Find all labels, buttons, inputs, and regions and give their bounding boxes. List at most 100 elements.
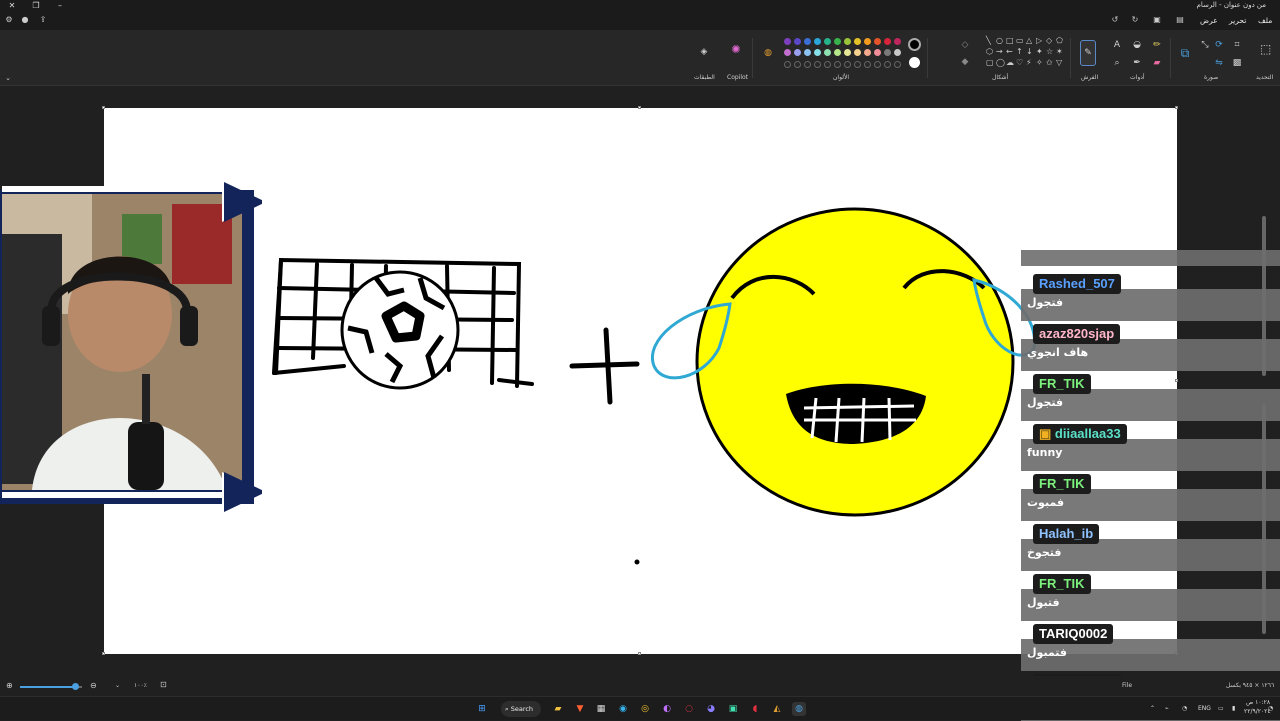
- zoom-slider[interactable]: [20, 683, 82, 690]
- close-icon[interactable]: ✕: [4, 0, 20, 12]
- chevron-down-icon[interactable]: ⌄: [3, 73, 13, 83]
- remove-bg-icon[interactable]: ▩: [1232, 58, 1242, 68]
- tray-chevron-icon[interactable]: ⌃: [1150, 705, 1155, 712]
- chat-username[interactable]: FR_TIK: [1033, 474, 1091, 494]
- shape-option-icon[interactable]: ✶: [1056, 47, 1063, 56]
- resize-handle[interactable]: [102, 652, 105, 655]
- chat-username[interactable]: Halah_ib: [1033, 524, 1100, 544]
- new-file-icon[interactable]: ▤: [1175, 15, 1185, 25]
- color-swatch[interactable]: [894, 49, 901, 56]
- network-icon[interactable]: ⌁: [1165, 705, 1169, 712]
- menu-view[interactable]: عرض: [1200, 16, 1218, 25]
- shape-option-icon[interactable]: ♡: [1016, 58, 1023, 67]
- minimize-icon[interactable]: –: [52, 0, 68, 12]
- color-swatch[interactable]: [894, 38, 901, 45]
- fill-icon[interactable]: ◆: [960, 57, 970, 67]
- chrome-icon[interactable]: ◎: [638, 702, 652, 716]
- color-swatch[interactable]: [814, 49, 821, 56]
- paint-icon[interactable]: ◍: [792, 702, 806, 716]
- magnifier-icon[interactable]: ⌕: [1112, 58, 1122, 68]
- custom-color-slot[interactable]: [804, 61, 811, 68]
- opera-gx-icon[interactable]: ◖: [748, 702, 762, 716]
- custom-color-slot[interactable]: [844, 61, 851, 68]
- primary-color-swatch[interactable]: [908, 38, 921, 51]
- shape-option-icon[interactable]: ◇: [1046, 36, 1052, 45]
- discord-icon[interactable]: ◕: [704, 702, 718, 716]
- copilot-icon[interactable]: ✺: [731, 44, 741, 55]
- color-swatch[interactable]: [874, 38, 881, 45]
- color-swatch[interactable]: [784, 49, 791, 56]
- chat-username[interactable]: ▣ diiaallaa33: [1033, 424, 1127, 444]
- profile-icon[interactable]: ●: [20, 15, 30, 25]
- custom-color-slot[interactable]: [874, 61, 881, 68]
- custom-color-slot[interactable]: [854, 61, 861, 68]
- color-swatch[interactable]: [844, 38, 851, 45]
- display-icon[interactable]: ▭: [1218, 705, 1224, 712]
- shape-option-icon[interactable]: □: [1006, 36, 1014, 45]
- color-swatch[interactable]: [854, 38, 861, 45]
- clock-date[interactable]: ٢٢/٩/٢٠٢٤: [1244, 708, 1271, 715]
- restore-icon[interactable]: ❐: [28, 0, 44, 12]
- rotate-icon[interactable]: ⟳: [1214, 40, 1224, 50]
- menu-edit[interactable]: تحرير: [1229, 16, 1246, 25]
- undo-history-icon[interactable]: ↺: [1110, 15, 1120, 25]
- shape-option-icon[interactable]: ⬠: [1056, 36, 1063, 45]
- shape-option-icon[interactable]: △: [1026, 36, 1032, 45]
- store-icon[interactable]: ▦: [594, 702, 608, 716]
- redo-icon[interactable]: ↻: [1130, 15, 1140, 25]
- color-swatch[interactable]: [824, 38, 831, 45]
- shape-option-icon[interactable]: ☆: [1046, 47, 1053, 56]
- opera-icon[interactable]: ○: [682, 702, 696, 716]
- zoom-dropdown-icon[interactable]: ⌄: [115, 682, 120, 689]
- shape-option-icon[interactable]: ○: [996, 36, 1003, 45]
- notifications-icon[interactable]: ◔: [1268, 705, 1273, 712]
- battery-icon[interactable]: ▮: [1232, 705, 1235, 712]
- color-swatch[interactable]: [834, 49, 841, 56]
- settings-icon[interactable]: ⚙: [4, 15, 14, 25]
- share-icon[interactable]: ⇪: [38, 15, 48, 25]
- shape-option-icon[interactable]: ←: [1006, 47, 1013, 56]
- color-swatch[interactable]: [814, 38, 821, 45]
- shape-option-icon[interactable]: ✧: [1036, 58, 1043, 67]
- chat-username[interactable]: FR_TIK: [1033, 574, 1091, 594]
- file-explorer-icon[interactable]: ▰: [551, 702, 565, 716]
- shape-option-icon[interactable]: ✦: [1036, 47, 1043, 56]
- color-swatch[interactable]: [784, 38, 791, 45]
- custom-color-slot[interactable]: [894, 61, 901, 68]
- pencil-icon[interactable]: ✏: [1152, 40, 1162, 50]
- shape-option-icon[interactable]: ◯: [996, 58, 1005, 67]
- resize-handle[interactable]: [638, 652, 641, 655]
- shape-option-icon[interactable]: ↑: [1016, 47, 1023, 56]
- color-swatch[interactable]: [794, 38, 801, 45]
- text-tool-icon[interactable]: A: [1112, 40, 1122, 50]
- volume-icon[interactable]: ◔: [1182, 705, 1187, 712]
- flip-icon[interactable]: ⇋: [1214, 58, 1224, 68]
- color-swatch[interactable]: [854, 49, 861, 56]
- windows-start-icon[interactable]: ⊞: [475, 702, 489, 716]
- color-swatch[interactable]: [864, 49, 871, 56]
- custom-color-slot[interactable]: [794, 61, 801, 68]
- menu-file[interactable]: ملف: [1258, 16, 1272, 25]
- color-swatch[interactable]: [834, 38, 841, 45]
- color-swatch[interactable]: [844, 49, 851, 56]
- shape-option-icon[interactable]: ☁: [1006, 58, 1014, 67]
- secondary-color-swatch[interactable]: [909, 57, 920, 68]
- chat-username[interactable]: TARIQ0002: [1033, 624, 1114, 644]
- color-swatch[interactable]: [874, 49, 881, 56]
- resize-icon[interactable]: ⤡: [1200, 40, 1210, 50]
- custom-color-slot[interactable]: [864, 61, 871, 68]
- color-swatch[interactable]: [794, 49, 801, 56]
- custom-color-slot[interactable]: [824, 61, 831, 68]
- save-icon[interactable]: ▣: [1152, 15, 1162, 25]
- eraser-icon[interactable]: ▰: [1152, 58, 1162, 68]
- custom-color-slot[interactable]: [834, 61, 841, 68]
- app-icon[interactable]: ▣: [726, 702, 740, 716]
- custom-color-slot[interactable]: [784, 61, 791, 68]
- drawing-canvas[interactable]: [104, 108, 1177, 654]
- clock-time[interactable]: ١٠:٢٨ ص: [1246, 699, 1270, 706]
- shape-option-icon[interactable]: ⚡: [1026, 58, 1032, 67]
- chat-username[interactable]: azaz820sjap: [1033, 324, 1121, 344]
- color-swatch[interactable]: [804, 49, 811, 56]
- color-swatch[interactable]: [804, 38, 811, 45]
- custom-color-slot[interactable]: [884, 61, 891, 68]
